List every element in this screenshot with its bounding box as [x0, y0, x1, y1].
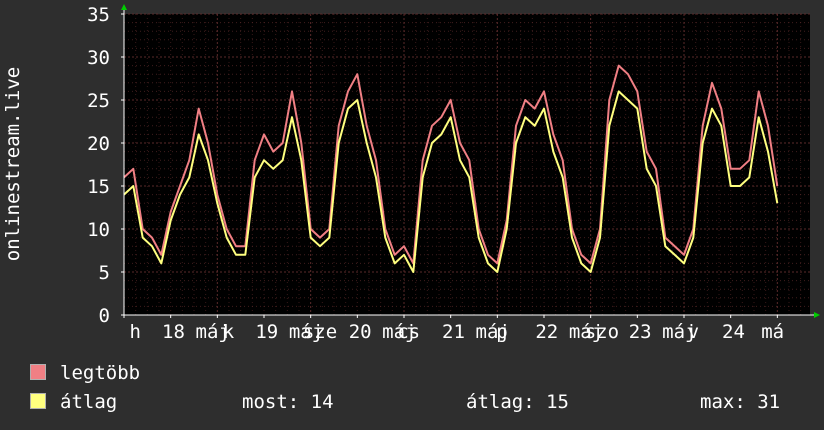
legend-item-legtobb: legtöbb: [30, 362, 140, 384]
x-tick-label: 18: [162, 321, 185, 343]
y-tick-label: 20: [87, 133, 110, 155]
y-tick-label: 25: [87, 90, 110, 112]
legend-swatch-legtobb: [30, 364, 46, 380]
stat-most: most: 14: [242, 391, 334, 413]
x-tick-label: sze: [303, 321, 337, 343]
stat-atlag: átlag: 15: [466, 391, 569, 413]
x-tick-label: cs: [397, 321, 420, 343]
y-tick-label: 30: [87, 47, 110, 69]
x-tick-label: 20: [349, 321, 372, 343]
x-tick-label: h: [129, 321, 140, 343]
y-tick-label: 15: [87, 176, 110, 198]
stat-max: max: 31: [700, 391, 781, 413]
x-axis-arrow: [814, 312, 820, 318]
chart: 05101520253035 h 18 májk 19 májsze 20 májcs 21 m…: [2, 4, 820, 343]
y-axis-label: onlinestream.live: [2, 67, 24, 261]
x-tick-label: szo: [585, 321, 619, 343]
legend-label-legtobb: legtöbb: [60, 362, 141, 384]
y-tick-label: 35: [87, 4, 110, 26]
x-tick-label: k: [223, 321, 235, 343]
x-tick-label: 23: [629, 321, 652, 343]
y-axis-arrow: [121, 4, 127, 10]
y-tick-label: 5: [99, 262, 110, 284]
x-tick-label: 21: [442, 321, 465, 343]
y-tick-label: 0: [99, 305, 110, 327]
legend-label-atlag: átlag: [60, 391, 118, 413]
y-tick-labels: 0 5 10 15 20 25 30 35: [87, 4, 110, 327]
x-tick-label: má: [761, 321, 784, 343]
legend-swatch-atlag: [30, 393, 46, 409]
plot-area: [124, 14, 810, 315]
x-tick-label: p: [496, 321, 507, 343]
y-tick-label: 10: [87, 219, 110, 241]
legend-item-atlag: átlag: [30, 391, 117, 413]
x-tick-label: 19: [255, 321, 278, 343]
x-tick-label: v: [688, 321, 699, 343]
x-tick-label: 24: [722, 321, 745, 343]
x-tick-label: 22: [535, 321, 558, 343]
x-tick-labels: h 18 májk 19 májsze 20 májcs 21 májp 22 májszo 23 má…: [129, 321, 784, 343]
